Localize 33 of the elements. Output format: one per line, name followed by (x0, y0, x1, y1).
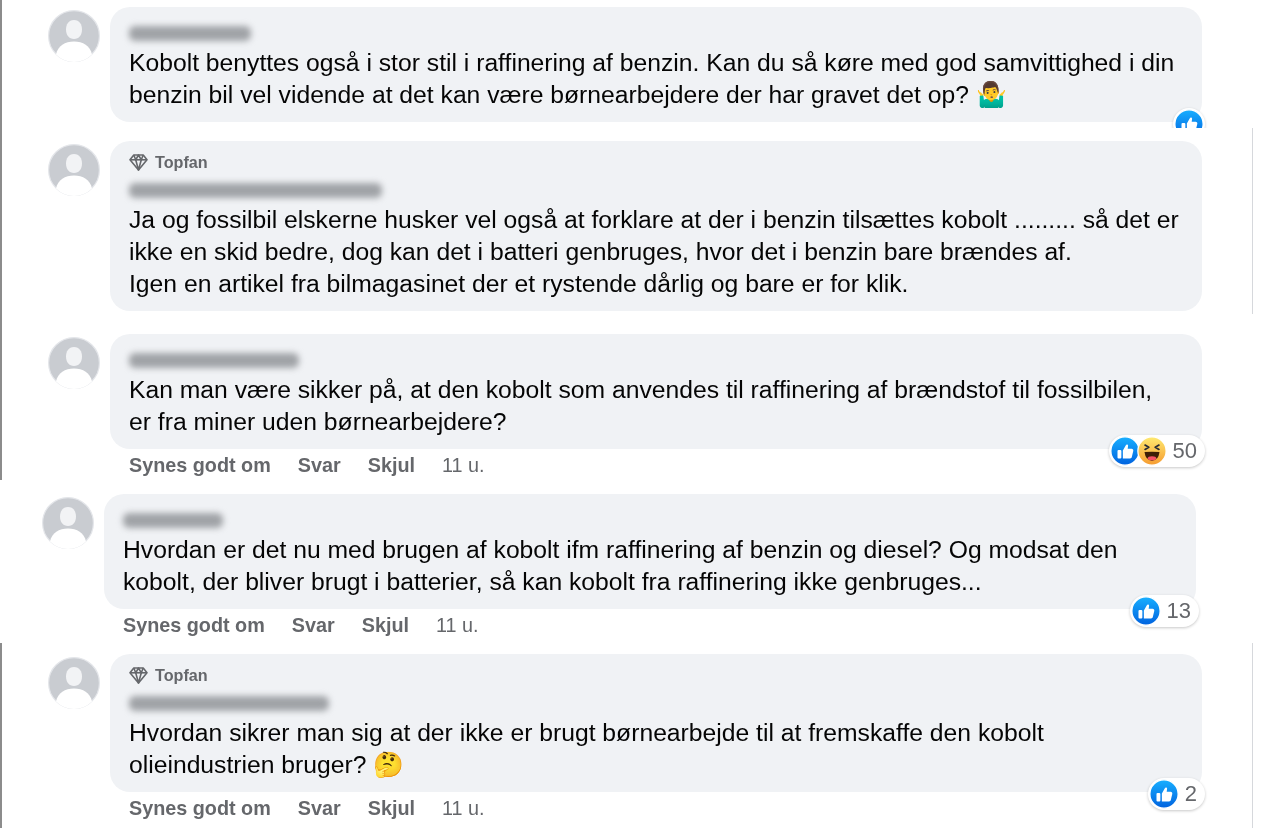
hide-link[interactable]: Skjul (361, 613, 409, 637)
reaction-summary[interactable]: 2 (1147, 778, 1205, 810)
thumbs-up-icon (1148, 779, 1179, 809)
comment-text: Ja og fossilbil elskerne husker vel også at forklare at der i benzin tilsættes kobolt ......... så det er ikke en skid bedre, dog kan det i batteri genbruges, hvor det i benzin bare brændes af. Igen en artikel fra bilmagasinet der et rystende dårlig og bare er for klik. (129, 205, 1180, 299)
avatar-silhouette-icon[interactable] (48, 144, 100, 196)
comment-text: Kan man være sikker på, at den kobolt som anvendes til raffinering af brændstof til fossilbilen, er fra miner uden børnearbejdere? (129, 375, 1154, 437)
avatar-silhouette-icon[interactable] (48, 10, 100, 62)
diamond-icon (129, 153, 148, 171)
timestamp-link[interactable]: 11 u. (442, 453, 485, 477)
thumbs-up-icon (1130, 596, 1161, 626)
fan-status-label: Topfan (155, 665, 208, 685)
laughing-face-icon (1136, 436, 1167, 466)
reply-link[interactable]: Svar (291, 613, 335, 637)
avatar-silhouette-icon[interactable] (48, 337, 100, 389)
reaction-summary[interactable]: 50 (1108, 435, 1205, 467)
timestamp-link[interactable]: 11 u. (442, 796, 485, 820)
like-link[interactable]: Synes godt om (123, 613, 265, 637)
hide-link[interactable]: Skjul (367, 796, 415, 820)
diamond-icon (129, 666, 148, 684)
reaction-summary[interactable]: 13 (1129, 595, 1199, 627)
timestamp-link[interactable]: 11 u. (436, 613, 479, 637)
comment-text: Hvordan sikrer man sig at der ikke er brugt børnearbejde til at fremskaffe den kobolt olieindustrien bruger? 🤔 (129, 718, 1045, 780)
like-link[interactable]: Synes godt om (129, 796, 271, 820)
like-link[interactable]: Synes godt om (129, 453, 271, 477)
thumbs-up-icon (1109, 436, 1140, 466)
reply-link[interactable]: Svar (297, 453, 341, 477)
reply-link[interactable]: Svar (297, 796, 341, 820)
comment-text: Hvordan er det nu med brugen af kobolt ifm raffinering af benzin og diesel? Og modsat den kobolt, der bliver brugt i batterier, så kan kobolt fra raffinering ikke genbruges... (123, 535, 1119, 597)
hide-link[interactable]: Skjul (367, 453, 415, 477)
comment-text: Kobolt benyttes også i stor stil i raffinering af benzin. Kan du så køre med god samvittighed i din benzin bil vel vidende at det kan være børnearbejdere der har gravet det op? 🤷‍♂ (129, 48, 1176, 110)
avatar-silhouette-icon[interactable] (42, 497, 94, 549)
avatar-silhouette-icon[interactable] (48, 657, 100, 709)
fan-status-label: Topfan (155, 152, 208, 172)
